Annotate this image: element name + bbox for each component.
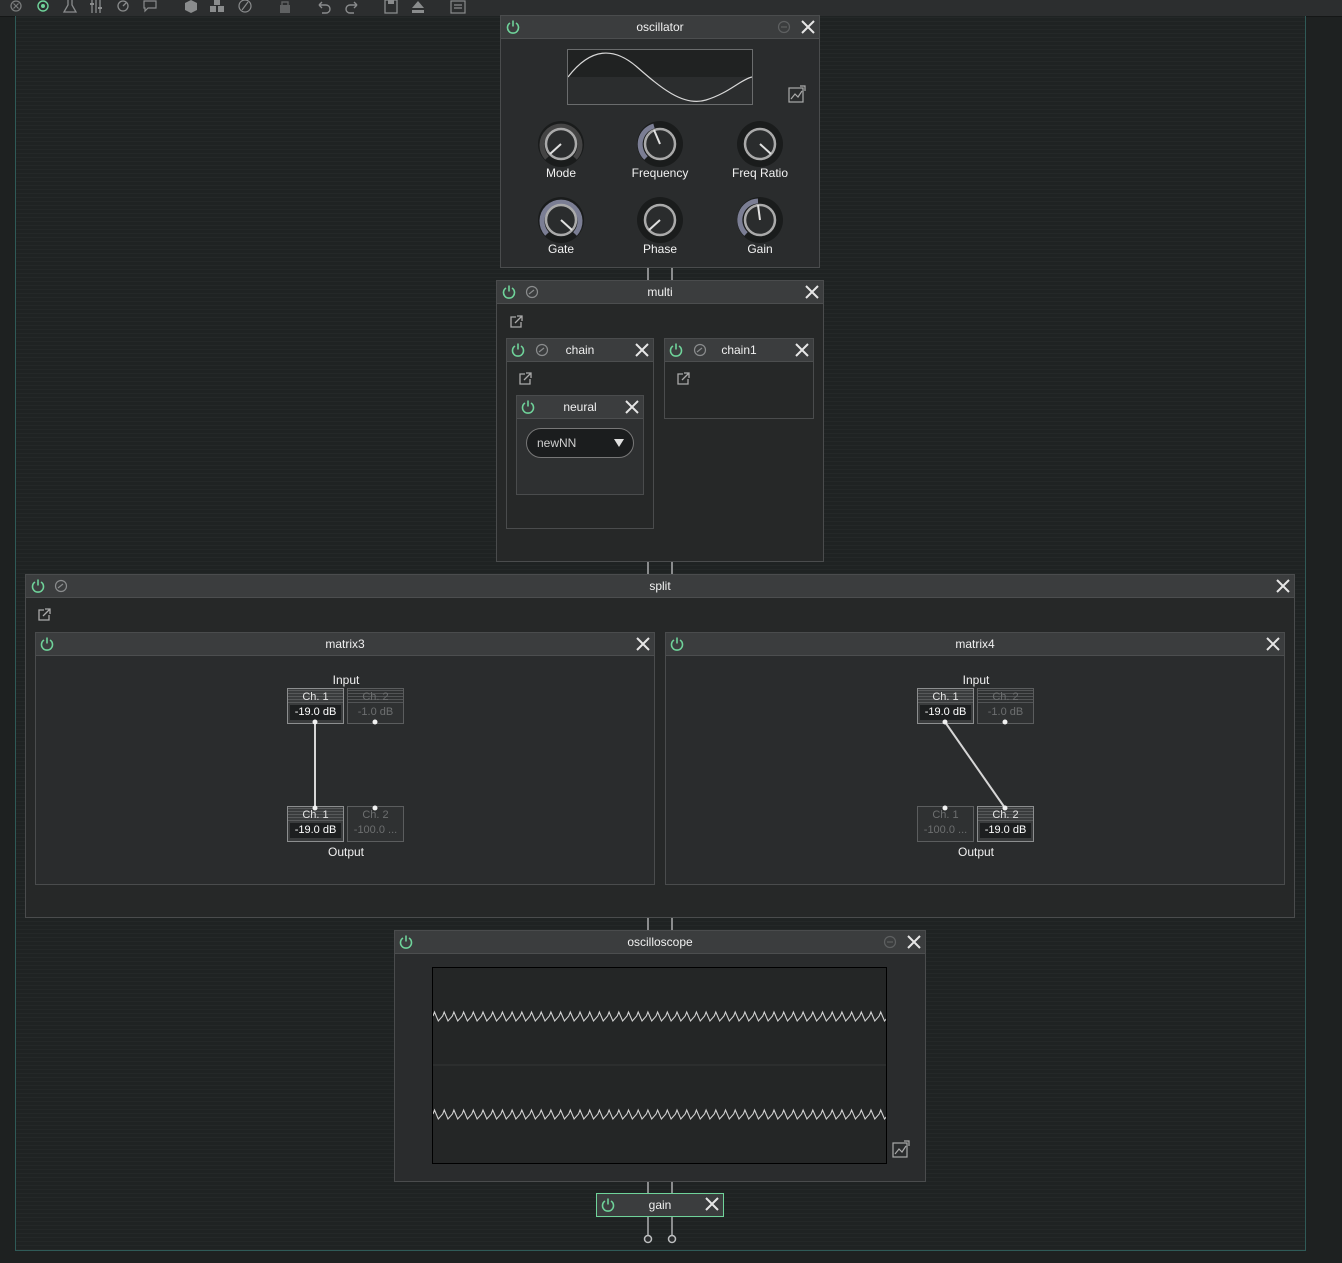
percent-icon[interactable]	[237, 0, 253, 14]
matrix3-output-ch2[interactable]: Ch. 2 -100.0 ...	[347, 806, 404, 842]
matrix4-header[interactable]: matrix4	[666, 633, 1284, 656]
chain1-title: chain1	[721, 343, 757, 357]
dropdown-arrow-icon	[614, 439, 624, 447]
undo-icon[interactable]	[316, 0, 332, 14]
matrix3-input-label: Input	[332, 673, 360, 687]
expand-icon[interactable]	[675, 371, 691, 387]
matrix3-input-ch2[interactable]: Ch. 2 -1.0 dB	[347, 688, 404, 724]
frequency-knob[interactable]	[634, 118, 686, 170]
gain-label: Gain	[747, 242, 773, 256]
split-header[interactable]: split	[26, 575, 1294, 598]
scope-trace-ch1	[432, 1010, 890, 1023]
sliders-icon[interactable]	[88, 0, 104, 14]
close-icon[interactable]	[1274, 577, 1292, 595]
close-all-icon[interactable]	[8, 0, 24, 14]
expand-icon[interactable]	[517, 371, 533, 387]
split-title: split	[649, 579, 671, 593]
close-icon[interactable]	[703, 1195, 721, 1213]
matrix4-input-ch1[interactable]: Ch. 1 -19.0 dB	[917, 688, 974, 724]
sync-icon[interactable]	[777, 20, 791, 34]
scope-traces	[432, 1010, 890, 1121]
matrix3-title: matrix3	[325, 637, 365, 651]
expand-icon[interactable]	[508, 314, 524, 330]
target-icon[interactable]	[35, 0, 51, 14]
freq-ratio-label: Freq Ratio	[731, 166, 789, 180]
cube-icon[interactable]	[183, 0, 199, 14]
gate-label: Gate	[547, 242, 574, 256]
chain1-module: chain1	[664, 338, 814, 419]
close-icon[interactable]	[803, 283, 821, 301]
sync-icon[interactable]	[883, 935, 897, 949]
oscilloscope-title: oscilloscope	[627, 935, 693, 949]
oscillator-header[interactable]: oscillator	[501, 16, 819, 39]
gain-module[interactable]: gain	[596, 1193, 724, 1217]
matrix3-output-ch1[interactable]: Ch. 1 -19.0 dB	[287, 806, 344, 842]
matrix3-header[interactable]: matrix3	[36, 633, 654, 656]
phase-label: Phase	[642, 242, 678, 256]
chain-header[interactable]: chain	[507, 339, 653, 362]
matrix4-module: matrix4 Input Ch. 1 -19.0 dB Ch. 2 -1.0 dB…	[665, 632, 1285, 885]
oscilloscope-header[interactable]: oscilloscope	[395, 931, 925, 954]
matrix4-title: matrix4	[955, 637, 995, 651]
neural-module: neural newNN	[516, 395, 644, 495]
oscillator-module: oscillator Mode Frequency Freq Ratio Gat…	[500, 15, 820, 268]
graph-popout-icon[interactable]	[788, 85, 806, 103]
matrix3-input-ch1[interactable]: Ch. 1 -19.0 dB	[287, 688, 344, 724]
close-icon[interactable]	[905, 933, 923, 951]
multi-header[interactable]: multi	[497, 281, 823, 304]
frequency-label: Frequency	[631, 166, 689, 180]
matrix4-input-ch2[interactable]: Ch. 2 -1.0 dB	[977, 688, 1034, 724]
close-icon[interactable]	[1264, 635, 1282, 653]
close-icon[interactable]	[623, 398, 641, 416]
expand-icon[interactable]	[36, 607, 52, 623]
close-icon[interactable]	[633, 341, 651, 359]
oscilloscope-module: oscilloscope	[394, 930, 926, 1182]
gauge-icon[interactable]	[115, 0, 131, 14]
lock-icon[interactable]	[277, 0, 293, 14]
redo-icon[interactable]	[344, 0, 360, 14]
phase-knob[interactable]	[634, 194, 686, 246]
matrix4-output-ch2[interactable]: Ch. 2 -19.0 dB	[977, 806, 1034, 842]
close-icon[interactable]	[793, 341, 811, 359]
matrix3-module: matrix3 Input Ch. 1 -19.0 dB Ch. 2 -1.0 dB…	[35, 632, 655, 885]
matrix3-output-label: Output	[327, 845, 365, 859]
model-select-value: newNN	[537, 436, 577, 450]
save-icon[interactable]	[383, 0, 399, 14]
mode-label: Mode	[545, 166, 577, 180]
scope-trace-ch2	[432, 1108, 890, 1121]
mode-knob[interactable]	[535, 118, 587, 170]
graph-popout-icon[interactable]	[892, 1140, 910, 1158]
comment-icon[interactable]	[142, 0, 158, 14]
model-select[interactable]: newNN	[526, 428, 634, 458]
oscillator-title: oscillator	[636, 20, 684, 34]
scope-display	[432, 967, 890, 1164]
waveform-display	[567, 49, 753, 105]
neural-header[interactable]: neural	[517, 396, 643, 419]
gate-knob[interactable]	[535, 194, 587, 246]
close-icon[interactable]	[634, 635, 652, 653]
eject-icon[interactable]	[410, 0, 426, 14]
list-icon[interactable]	[450, 0, 466, 14]
multi-title: multi	[647, 285, 673, 299]
matrix4-input-label: Input	[962, 673, 990, 687]
chain-title: chain	[565, 343, 595, 357]
waveform-graph	[567, 52, 753, 104]
gain-knob[interactable]	[734, 194, 786, 246]
close-icon[interactable]	[799, 18, 817, 36]
matrix4-output-label: Output	[957, 845, 995, 859]
freq-ratio-knob[interactable]	[734, 118, 786, 170]
flask-icon[interactable]	[62, 0, 78, 14]
matrix4-output-ch1[interactable]: Ch. 1 -100.0 ...	[917, 806, 974, 842]
chain1-header[interactable]: chain1	[665, 339, 813, 362]
cubes-icon[interactable]	[209, 0, 225, 14]
